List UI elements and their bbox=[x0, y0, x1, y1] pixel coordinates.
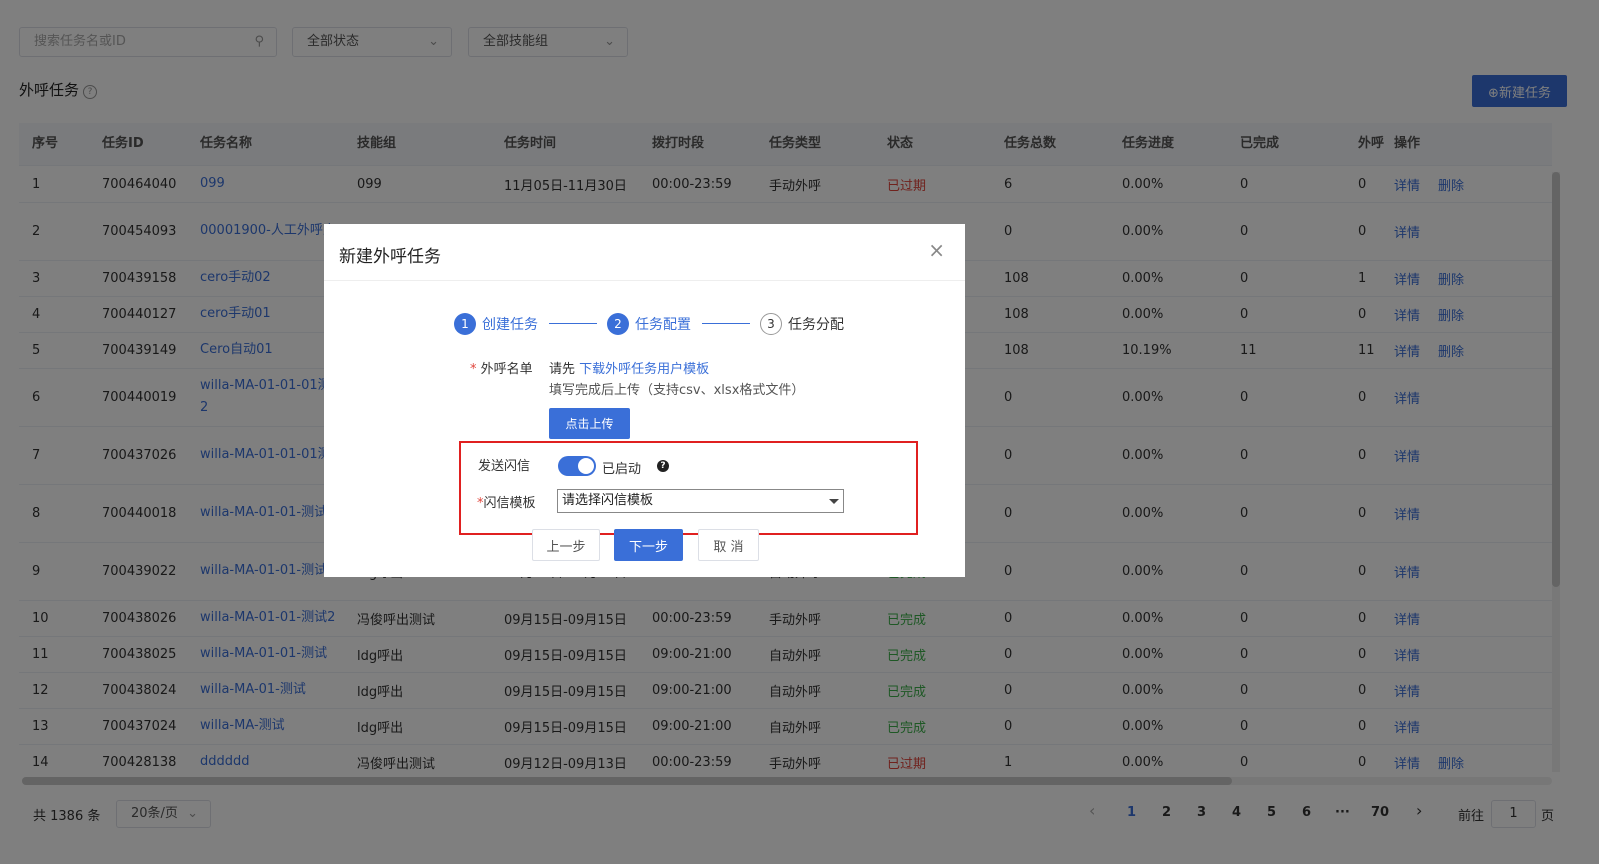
step-connector bbox=[549, 323, 597, 324]
cancel-button[interactable]: 取 消 bbox=[698, 529, 759, 561]
step-task-assign: 3 任务分配 bbox=[760, 313, 844, 335]
upload-hint: 填写完成后上传（支持csv、xlsx格式文件） bbox=[549, 383, 805, 398]
template-download-line: 请先 下载外呼任务用户模板 bbox=[549, 362, 710, 377]
divider bbox=[324, 280, 965, 281]
step-task-config: 2 任务配置 bbox=[607, 313, 691, 335]
prev-step-button[interactable]: 上一步 bbox=[532, 529, 600, 561]
call-list-label: * 外呼名单 bbox=[470, 362, 533, 377]
upload-button[interactable]: 点击上传 bbox=[549, 408, 630, 439]
download-template-link[interactable]: 下载外呼任务用户模板 bbox=[579, 362, 709, 377]
next-step-button[interactable]: 下一步 bbox=[614, 529, 683, 561]
close-icon[interactable]: × bbox=[928, 238, 945, 262]
step-create-task: 1 创建任务 bbox=[454, 313, 538, 335]
new-task-dialog: 新建外呼任务 × 1 创建任务 2 任务配置 3 任务分配 * 外呼名单 请先 … bbox=[324, 224, 965, 577]
dialog-title: 新建外呼任务 bbox=[339, 247, 441, 267]
step-connector bbox=[702, 323, 750, 324]
annotation-highlight-box bbox=[459, 441, 918, 535]
